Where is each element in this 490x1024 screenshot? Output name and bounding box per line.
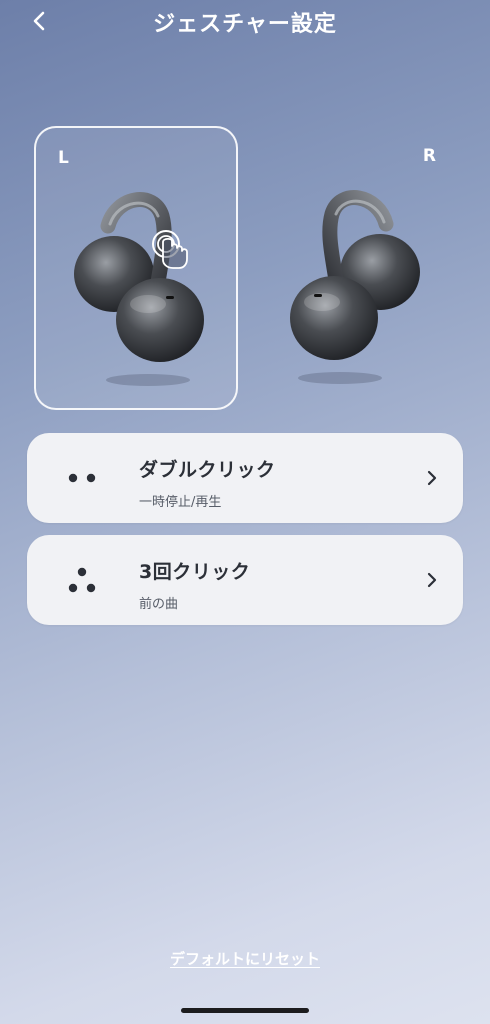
gesture-title: ダブルクリック — [139, 459, 276, 481]
earbud-right-label: R — [422, 146, 436, 166]
three-dots-icon — [68, 567, 96, 593]
gesture-title: 3回クリック — [139, 561, 251, 583]
gesture-triple-click-row[interactable]: 3回クリック 前の曲 — [27, 535, 463, 625]
earbud-left-image — [74, 192, 204, 386]
chevron-right-icon — [427, 572, 437, 588]
gesture-action: 前の曲 — [139, 597, 179, 612]
home-indicator[interactable] — [181, 1008, 309, 1013]
page-title: ジェスチャー設定 — [153, 12, 337, 37]
gesture-double-click-row[interactable]: ダブルクリック 一時停止/再生 — [27, 433, 463, 523]
chevron-right-icon — [427, 470, 437, 486]
earbud-left-selector[interactable]: L — [34, 126, 238, 410]
two-dots-icon — [68, 473, 96, 483]
earbud-right-image — [290, 190, 420, 384]
earbud-left-label: L — [58, 148, 69, 168]
header: ジェスチャー設定 — [0, 0, 490, 44]
reset-to-default-link[interactable]: デフォルトにリセット — [0, 948, 490, 969]
gesture-action: 一時停止/再生 — [139, 495, 222, 510]
earbud-right-selector[interactable]: R — [258, 126, 462, 410]
